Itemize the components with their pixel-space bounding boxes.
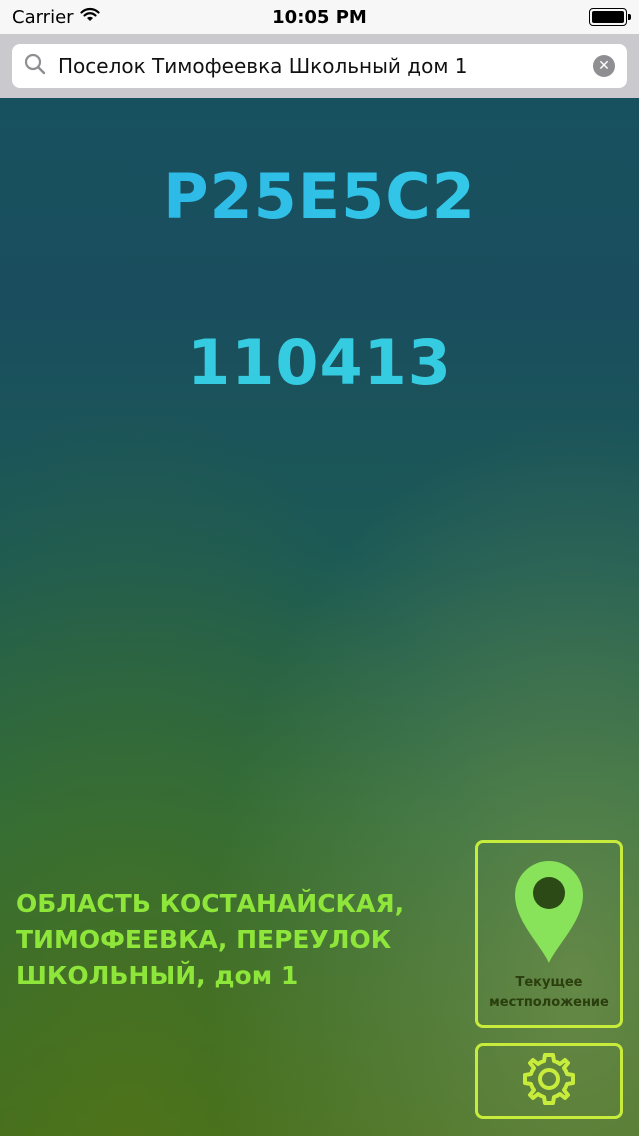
search-icon — [24, 53, 46, 79]
search-box[interactable]: ✕ — [12, 44, 627, 88]
address-text: ОБЛАСТЬ КОСТАНАЙСКАЯ, ТИМОФЕЕВКА, ПЕРЕУЛ… — [16, 889, 405, 990]
map-pin-icon — [511, 857, 587, 969]
clear-icon[interactable]: ✕ — [593, 55, 615, 77]
gear-icon — [519, 1049, 579, 1113]
current-location-button[interactable]: Текущее местположение — [475, 840, 623, 1028]
postal-code: 110413 — [187, 326, 452, 399]
status-bar: Carrier 10:05 PM — [0, 0, 639, 34]
battery-icon — [589, 8, 631, 26]
main-area: P25E5C2 110413 ОБЛАСТЬ КОСТАНАЙСКАЯ, ТИМ… — [0, 98, 639, 1136]
current-location-label: Текущее местположение — [489, 975, 609, 1010]
search-input[interactable] — [58, 54, 581, 78]
location-code: P25E5C2 — [0, 160, 639, 233]
wifi-icon — [79, 7, 100, 28]
search-bar: ✕ — [0, 34, 639, 98]
carrier-label: Carrier — [12, 6, 74, 28]
settings-button[interactable] — [475, 1043, 623, 1119]
battery-level — [592, 11, 624, 23]
status-left: Carrier — [12, 7, 100, 28]
